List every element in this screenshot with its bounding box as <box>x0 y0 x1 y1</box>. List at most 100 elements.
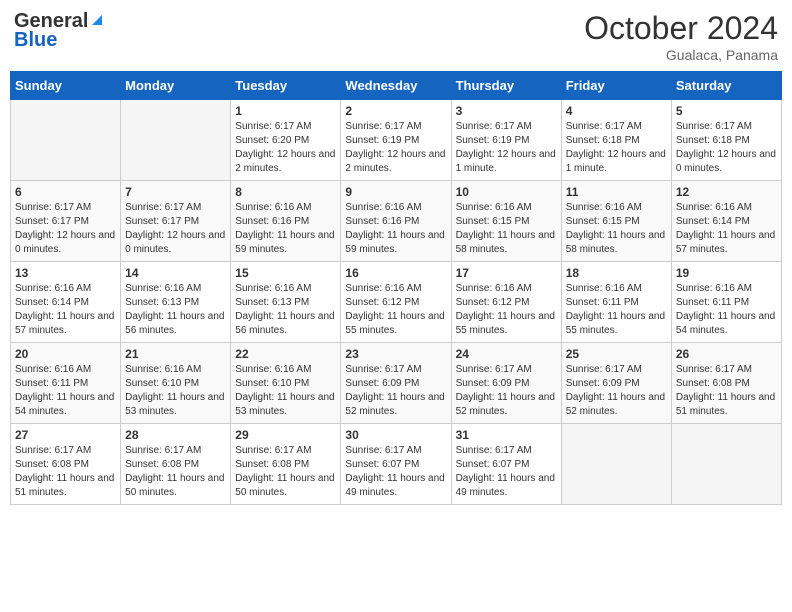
logo: General Blue <box>14 10 104 52</box>
day-number: 2 <box>345 104 446 118</box>
calendar-cell: 17 Sunrise: 6:16 AM Sunset: 6:12 PM Dayli… <box>451 262 561 343</box>
calendar-cell: 2 Sunrise: 6:17 AM Sunset: 6:19 PM Daylig… <box>341 100 451 181</box>
cell-info: Sunrise: 6:17 AM Sunset: 6:17 PM Dayligh… <box>15 201 116 257</box>
calendar-cell: 16 Sunrise: 6:16 AM Sunset: 6:12 PM Dayli… <box>341 262 451 343</box>
day-number: 6 <box>15 185 116 199</box>
day-number: 9 <box>345 185 446 199</box>
col-header-saturday: Saturday <box>671 72 781 100</box>
calendar-cell: 30 Sunrise: 6:17 AM Sunset: 6:07 PM Dayli… <box>341 424 451 505</box>
cell-info: Sunrise: 6:17 AM Sunset: 6:08 PM Dayligh… <box>125 444 226 500</box>
day-number: 11 <box>566 185 667 199</box>
cell-info: Sunrise: 6:16 AM Sunset: 6:14 PM Dayligh… <box>15 282 116 338</box>
calendar-cell <box>671 424 781 505</box>
cell-info: Sunrise: 6:16 AM Sunset: 6:13 PM Dayligh… <box>235 282 336 338</box>
cell-info: Sunrise: 6:17 AM Sunset: 6:19 PM Dayligh… <box>345 120 446 176</box>
cell-info: Sunrise: 6:16 AM Sunset: 6:11 PM Dayligh… <box>676 282 777 338</box>
col-header-thursday: Thursday <box>451 72 561 100</box>
cell-info: Sunrise: 6:17 AM Sunset: 6:09 PM Dayligh… <box>345 363 446 419</box>
calendar-cell: 4 Sunrise: 6:17 AM Sunset: 6:18 PM Daylig… <box>561 100 671 181</box>
cell-info: Sunrise: 6:16 AM Sunset: 6:15 PM Dayligh… <box>456 201 557 257</box>
day-number: 31 <box>456 428 557 442</box>
calendar-cell <box>561 424 671 505</box>
day-number: 23 <box>345 347 446 361</box>
calendar-cell: 7 Sunrise: 6:17 AM Sunset: 6:17 PM Daylig… <box>121 181 231 262</box>
cell-info: Sunrise: 6:17 AM Sunset: 6:18 PM Dayligh… <box>566 120 667 176</box>
calendar-cell: 20Sunrise: 6:16 AM Sunset: 6:11 PM Dayli… <box>11 343 121 424</box>
cell-info: Sunrise: 6:17 AM Sunset: 6:19 PM Dayligh… <box>456 120 557 176</box>
calendar-cell: 21Sunrise: 6:16 AM Sunset: 6:10 PM Dayli… <box>121 343 231 424</box>
cell-info: Sunrise: 6:17 AM Sunset: 6:18 PM Dayligh… <box>676 120 777 176</box>
cell-info: Sunrise: 6:16 AM Sunset: 6:15 PM Dayligh… <box>566 201 667 257</box>
day-number: 1 <box>235 104 336 118</box>
logo-blue: Blue <box>14 29 57 52</box>
calendar-cell: 11 Sunrise: 6:16 AM Sunset: 6:15 PM Dayli… <box>561 181 671 262</box>
calendar-cell: 1 Sunrise: 6:17 AM Sunset: 6:20 PM Daylig… <box>231 100 341 181</box>
day-number: 12 <box>676 185 777 199</box>
day-number: 5 <box>676 104 777 118</box>
calendar-cell <box>121 100 231 181</box>
day-number: 18 <box>566 266 667 280</box>
day-number: 16 <box>345 266 446 280</box>
day-number: 8 <box>235 185 336 199</box>
cell-info: Sunrise: 6:16 AM Sunset: 6:12 PM Dayligh… <box>456 282 557 338</box>
cell-info: Sunrise: 6:16 AM Sunset: 6:10 PM Dayligh… <box>235 363 336 419</box>
cell-info: Sunrise: 6:17 AM Sunset: 6:20 PM Dayligh… <box>235 120 336 176</box>
calendar-cell: 29 Sunrise: 6:17 AM Sunset: 6:08 PM Dayli… <box>231 424 341 505</box>
day-number: 15 <box>235 266 336 280</box>
cell-info: Sunrise: 6:17 AM Sunset: 6:07 PM Dayligh… <box>345 444 446 500</box>
cell-info: Sunrise: 6:16 AM Sunset: 6:12 PM Dayligh… <box>345 282 446 338</box>
calendar-cell: 14 Sunrise: 6:16 AM Sunset: 6:13 PM Dayli… <box>121 262 231 343</box>
day-number: 29 <box>235 428 336 442</box>
month-title: October 2024 <box>584 10 778 47</box>
day-number: 17 <box>456 266 557 280</box>
calendar-cell: 22Sunrise: 6:16 AM Sunset: 6:10 PM Dayli… <box>231 343 341 424</box>
col-header-tuesday: Tuesday <box>231 72 341 100</box>
col-header-wednesday: Wednesday <box>341 72 451 100</box>
location-subtitle: Gualaca, Panama <box>584 47 778 63</box>
day-number: 26 <box>676 347 777 361</box>
calendar-cell: 28Sunrise: 6:17 AM Sunset: 6:08 PM Dayli… <box>121 424 231 505</box>
day-number: 30 <box>345 428 446 442</box>
calendar-cell: 5 Sunrise: 6:17 AM Sunset: 6:18 PM Daylig… <box>671 100 781 181</box>
cell-info: Sunrise: 6:17 AM Sunset: 6:07 PM Dayligh… <box>456 444 557 500</box>
calendar-cell: 26Sunrise: 6:17 AM Sunset: 6:08 PM Dayli… <box>671 343 781 424</box>
day-number: 27 <box>15 428 116 442</box>
cell-info: Sunrise: 6:17 AM Sunset: 6:08 PM Dayligh… <box>235 444 336 500</box>
day-number: 7 <box>125 185 226 199</box>
cell-info: Sunrise: 6:16 AM Sunset: 6:11 PM Dayligh… <box>566 282 667 338</box>
calendar-cell: 25 Sunrise: 6:17 AM Sunset: 6:09 PM Dayli… <box>561 343 671 424</box>
calendar-cell: 19 Sunrise: 6:16 AM Sunset: 6:11 PM Dayli… <box>671 262 781 343</box>
page-header: General Blue October 2024 Gualaca, Panam… <box>10 10 782 63</box>
logo-arrow-icon <box>90 13 104 32</box>
calendar-cell <box>11 100 121 181</box>
day-number: 24 <box>456 347 557 361</box>
col-header-friday: Friday <box>561 72 671 100</box>
title-area: October 2024 Gualaca, Panama <box>584 10 778 63</box>
cell-info: Sunrise: 6:16 AM Sunset: 6:16 PM Dayligh… <box>345 201 446 257</box>
day-number: 21 <box>125 347 226 361</box>
day-number: 19 <box>676 266 777 280</box>
day-number: 14 <box>125 266 226 280</box>
calendar-cell: 23 Sunrise: 6:17 AM Sunset: 6:09 PM Dayli… <box>341 343 451 424</box>
cell-info: Sunrise: 6:17 AM Sunset: 6:17 PM Dayligh… <box>125 201 226 257</box>
cell-info: Sunrise: 6:17 AM Sunset: 6:08 PM Dayligh… <box>15 444 116 500</box>
col-header-monday: Monday <box>121 72 231 100</box>
calendar-cell: 15 Sunrise: 6:16 AM Sunset: 6:13 PM Dayli… <box>231 262 341 343</box>
calendar-cell: 3 Sunrise: 6:17 AM Sunset: 6:19 PM Daylig… <box>451 100 561 181</box>
day-number: 13 <box>15 266 116 280</box>
calendar-cell: 10 Sunrise: 6:16 AM Sunset: 6:15 PM Dayli… <box>451 181 561 262</box>
cell-info: Sunrise: 6:17 AM Sunset: 6:09 PM Dayligh… <box>566 363 667 419</box>
day-number: 10 <box>456 185 557 199</box>
col-header-sunday: Sunday <box>11 72 121 100</box>
day-number: 25 <box>566 347 667 361</box>
cell-info: Sunrise: 6:16 AM Sunset: 6:16 PM Dayligh… <box>235 201 336 257</box>
day-number: 4 <box>566 104 667 118</box>
calendar-table: SundayMondayTuesdayWednesdayThursdayFrid… <box>10 71 782 505</box>
day-number: 20 <box>15 347 116 361</box>
cell-info: Sunrise: 6:16 AM Sunset: 6:13 PM Dayligh… <box>125 282 226 338</box>
cell-info: Sunrise: 6:17 AM Sunset: 6:09 PM Dayligh… <box>456 363 557 419</box>
calendar-cell: 9 Sunrise: 6:16 AM Sunset: 6:16 PM Daylig… <box>341 181 451 262</box>
cell-info: Sunrise: 6:16 AM Sunset: 6:14 PM Dayligh… <box>676 201 777 257</box>
day-number: 3 <box>456 104 557 118</box>
calendar-cell: 13 Sunrise: 6:16 AM Sunset: 6:14 PM Dayli… <box>11 262 121 343</box>
